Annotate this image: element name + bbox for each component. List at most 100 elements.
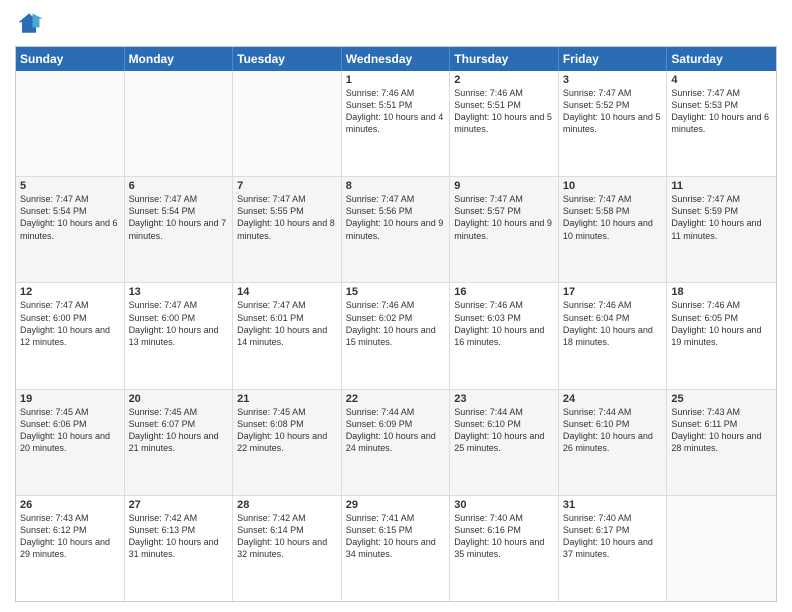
day-info: Sunrise: 7:44 AM Sunset: 6:10 PM Dayligh… [454,406,554,455]
day-info: Sunrise: 7:47 AM Sunset: 5:57 PM Dayligh… [454,193,554,242]
day-cell: 30Sunrise: 7:40 AM Sunset: 6:16 PM Dayli… [450,496,559,601]
week-row: 12 Sunrise: 7:47 AM Sunset: 6:00 PM Dayli… [16,282,776,388]
day-cell [125,71,234,176]
day-cell: 12Sunrise: 7:47 AM Sunset: 6:00 PM Dayli… [16,283,125,388]
day-cell: 13Sunrise: 7:47 AM Sunset: 6:00 PM Dayli… [125,283,234,388]
day-cell: 27Sunrise: 7:42 AM Sunset: 6:13 PM Dayli… [125,496,234,601]
day-number: 16 [454,286,554,298]
day-info: Sunrise: 7:47 AM Sunset: 6:00 PM Dayligh… [129,299,229,348]
day-info: Sunrise: 7:45 AM Sunset: 6:08 PM Dayligh… [237,406,337,455]
day-cell: 29Sunrise: 7:41 AM Sunset: 6:15 PM Dayli… [342,496,451,601]
day-number: 28 [237,499,337,511]
week-row: 5Sunrise: 7:47 AM Sunset: 5:54 PM Daylig… [16,176,776,282]
day-cell: 5Sunrise: 7:47 AM Sunset: 5:54 PM Daylig… [16,177,125,282]
day-cell: 21Sunrise: 7:45 AM Sunset: 6:08 PM Dayli… [233,390,342,495]
day-header-tuesday: Tuesday [233,47,342,71]
day-number: 11 [671,180,772,192]
day-info: Sunrise: 7:46 AM Sunset: 5:51 PM Dayligh… [346,87,446,136]
day-number: 5 [20,180,120,192]
day-cell [667,496,776,601]
day-info: Sunrise: 7:45 AM Sunset: 6:07 PM Dayligh… [129,406,229,455]
day-header-thursday: Thursday [450,47,559,71]
day-number: 18 [671,286,772,298]
day-info: Sunrise: 7:43 AM Sunset: 6:12 PM Dayligh… [20,512,120,561]
week-row: 1Sunrise: 7:46 AM Sunset: 5:51 PM Daylig… [16,71,776,176]
day-info: Sunrise: 7:47 AM Sunset: 5:54 PM Dayligh… [129,193,229,242]
page-header [15,10,777,38]
day-number: 12 [20,286,120,298]
day-cell: 1Sunrise: 7:46 AM Sunset: 5:51 PM Daylig… [342,71,451,176]
day-cell: 16Sunrise: 7:46 AM Sunset: 6:03 PM Dayli… [450,283,559,388]
day-info: Sunrise: 7:46 AM Sunset: 5:51 PM Dayligh… [454,87,554,136]
day-number: 31 [563,499,663,511]
day-number: 8 [346,180,446,192]
week-row: 26Sunrise: 7:43 AM Sunset: 6:12 PM Dayli… [16,495,776,601]
day-cell: 19Sunrise: 7:45 AM Sunset: 6:06 PM Dayli… [16,390,125,495]
day-number: 22 [346,393,446,405]
day-number: 19 [20,393,120,405]
day-number: 15 [346,286,446,298]
day-info: Sunrise: 7:46 AM Sunset: 6:05 PM Dayligh… [671,299,772,348]
day-info: Sunrise: 7:42 AM Sunset: 6:14 PM Dayligh… [237,512,337,561]
day-info: Sunrise: 7:40 AM Sunset: 6:17 PM Dayligh… [563,512,663,561]
day-info: Sunrise: 7:45 AM Sunset: 6:06 PM Dayligh… [20,406,120,455]
day-cell: 6Sunrise: 7:47 AM Sunset: 5:54 PM Daylig… [125,177,234,282]
day-info: Sunrise: 7:46 AM Sunset: 6:02 PM Dayligh… [346,299,446,348]
day-cell: 3Sunrise: 7:47 AM Sunset: 5:52 PM Daylig… [559,71,668,176]
day-number: 10 [563,180,663,192]
day-cell: 25Sunrise: 7:43 AM Sunset: 6:11 PM Dayli… [667,390,776,495]
day-cell: 2Sunrise: 7:46 AM Sunset: 5:51 PM Daylig… [450,71,559,176]
day-cell [233,71,342,176]
day-info: Sunrise: 7:41 AM Sunset: 6:15 PM Dayligh… [346,512,446,561]
day-cell: 31Sunrise: 7:40 AM Sunset: 6:17 PM Dayli… [559,496,668,601]
day-cell: 11Sunrise: 7:47 AM Sunset: 5:59 PM Dayli… [667,177,776,282]
calendar: SundayMondayTuesdayWednesdayThursdayFrid… [15,46,777,602]
day-header-monday: Monday [125,47,234,71]
day-info: Sunrise: 7:40 AM Sunset: 6:16 PM Dayligh… [454,512,554,561]
logo [15,10,47,38]
week-row: 19Sunrise: 7:45 AM Sunset: 6:06 PM Dayli… [16,389,776,495]
day-info: Sunrise: 7:47 AM Sunset: 5:59 PM Dayligh… [671,193,772,242]
day-number: 30 [454,499,554,511]
day-number: 26 [20,499,120,511]
day-info: Sunrise: 7:47 AM Sunset: 5:52 PM Dayligh… [563,87,663,136]
day-number: 20 [129,393,229,405]
day-info: Sunrise: 7:47 AM Sunset: 5:56 PM Dayligh… [346,193,446,242]
day-number: 4 [671,74,772,86]
day-cell [16,71,125,176]
day-cell: 7Sunrise: 7:47 AM Sunset: 5:55 PM Daylig… [233,177,342,282]
day-cell: 22Sunrise: 7:44 AM Sunset: 6:09 PM Dayli… [342,390,451,495]
day-info: Sunrise: 7:46 AM Sunset: 6:03 PM Dayligh… [454,299,554,348]
day-cell: 26Sunrise: 7:43 AM Sunset: 6:12 PM Dayli… [16,496,125,601]
day-number: 23 [454,393,554,405]
day-number: 17 [563,286,663,298]
day-info: Sunrise: 7:47 AM Sunset: 5:53 PM Dayligh… [671,87,772,136]
day-info: Sunrise: 7:42 AM Sunset: 6:13 PM Dayligh… [129,512,229,561]
day-info: Sunrise: 7:47 AM Sunset: 5:54 PM Dayligh… [20,193,120,242]
day-number: 13 [129,286,229,298]
day-cell: 17Sunrise: 7:46 AM Sunset: 6:04 PM Dayli… [559,283,668,388]
day-number: 7 [237,180,337,192]
day-cell: 14Sunrise: 7:47 AM Sunset: 6:01 PM Dayli… [233,283,342,388]
day-info: Sunrise: 7:44 AM Sunset: 6:09 PM Dayligh… [346,406,446,455]
day-number: 25 [671,393,772,405]
day-info: Sunrise: 7:47 AM Sunset: 5:58 PM Dayligh… [563,193,663,242]
day-headers: SundayMondayTuesdayWednesdayThursdayFrid… [16,47,776,71]
day-number: 27 [129,499,229,511]
day-cell: 8Sunrise: 7:47 AM Sunset: 5:56 PM Daylig… [342,177,451,282]
day-number: 21 [237,393,337,405]
day-cell: 24Sunrise: 7:44 AM Sunset: 6:10 PM Dayli… [559,390,668,495]
day-header-saturday: Saturday [667,47,776,71]
day-info: Sunrise: 7:47 AM Sunset: 5:55 PM Dayligh… [237,193,337,242]
day-cell: 4Sunrise: 7:47 AM Sunset: 5:53 PM Daylig… [667,71,776,176]
day-info: Sunrise: 7:47 AM Sunset: 6:01 PM Dayligh… [237,299,337,348]
weeks: 1Sunrise: 7:46 AM Sunset: 5:51 PM Daylig… [16,71,776,601]
logo-icon [15,10,43,38]
day-cell: 15Sunrise: 7:46 AM Sunset: 6:02 PM Dayli… [342,283,451,388]
day-number: 3 [563,74,663,86]
day-number: 2 [454,74,554,86]
day-info: Sunrise: 7:44 AM Sunset: 6:10 PM Dayligh… [563,406,663,455]
day-number: 6 [129,180,229,192]
day-number: 9 [454,180,554,192]
day-header-friday: Friday [559,47,668,71]
